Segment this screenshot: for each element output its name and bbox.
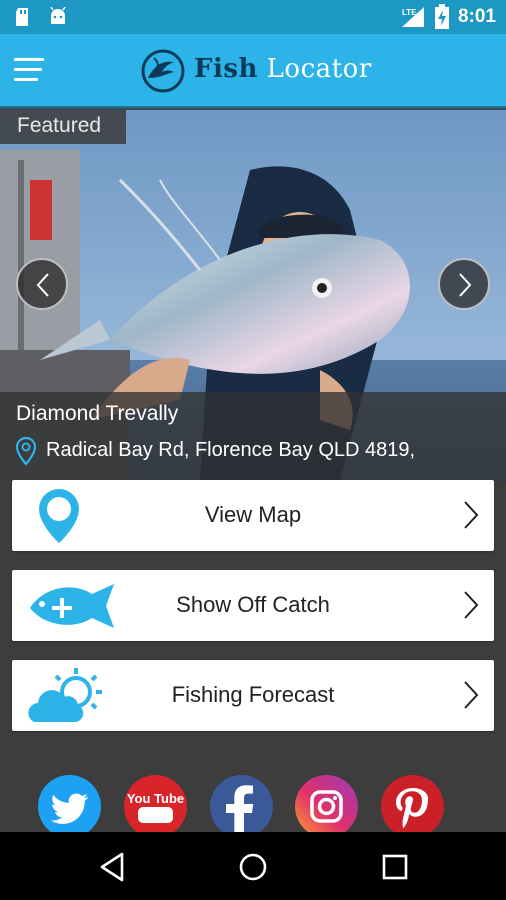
battery-charging-icon [434, 4, 449, 29]
youtube-button[interactable]: You Tube [124, 775, 187, 838]
featured-carousel[interactable]: Featured Diamond Trevally Radical Bay Rd… [0, 110, 506, 482]
menu-line [14, 78, 38, 81]
menu-line [14, 58, 44, 61]
fishing-forecast-button[interactable]: Fishing Forecast [12, 660, 494, 731]
chevron-right-icon [464, 681, 479, 709]
fish-name: Diamond Trevally [16, 402, 179, 425]
svg-text:You Tube: You Tube [127, 791, 184, 806]
featured-caption: Diamond Trevally Radical Bay Rd, Florenc… [0, 392, 506, 482]
menu-line [14, 68, 42, 71]
chevron-left-icon [36, 273, 49, 297]
recents-square-icon[interactable] [378, 850, 412, 884]
system-navigation-bar [0, 832, 506, 900]
pinterest-icon [396, 788, 429, 829]
view-map-label: View Map [204, 502, 302, 527]
clock: 8:01 [457, 6, 496, 27]
facebook-button[interactable] [210, 775, 273, 838]
android-icon [50, 7, 66, 24]
app-title: Fish Locator [194, 54, 372, 84]
carousel-next-button[interactable] [438, 258, 490, 310]
twitter-icon [50, 793, 89, 824]
hamburger-menu-button[interactable] [14, 58, 44, 84]
home-circle-icon[interactable] [236, 850, 270, 884]
app-bar: Fish Locator [0, 34, 506, 106]
lte-signal-icon: LTE [401, 7, 424, 27]
fish-address: Radical Bay Rd, Florence Bay QLD 4819, [46, 439, 416, 461]
status-bar: LTE 8:01 [0, 0, 506, 34]
back-triangle-icon[interactable] [96, 850, 130, 884]
show-off-catch-button[interactable]: Show Off Catch [12, 570, 494, 641]
location-pin-icon [15, 436, 37, 466]
pinterest-button[interactable] [381, 775, 444, 838]
youtube-icon: You Tube [127, 791, 184, 823]
svg-text:LTE: LTE [402, 8, 417, 17]
carousel-prev-button[interactable] [16, 258, 68, 310]
chevron-right-icon [464, 501, 479, 529]
chevron-right-icon [464, 591, 479, 619]
fish-logo-icon [141, 49, 185, 93]
app-title-bold: Fish [194, 54, 258, 84]
instagram-button[interactable] [295, 775, 358, 838]
view-map-button[interactable]: View Map [12, 480, 494, 551]
instagram-icon [310, 790, 343, 823]
twitter-button[interactable] [38, 775, 101, 838]
sd-card-icon [16, 8, 28, 26]
facebook-icon [226, 785, 254, 838]
app-title-regular: Locator [266, 54, 372, 84]
chevron-right-icon [459, 273, 472, 297]
show-off-catch-label: Show Off Catch [176, 592, 330, 617]
featured-badge: Featured [0, 110, 126, 144]
fishing-forecast-label: Fishing Forecast [171, 682, 335, 707]
